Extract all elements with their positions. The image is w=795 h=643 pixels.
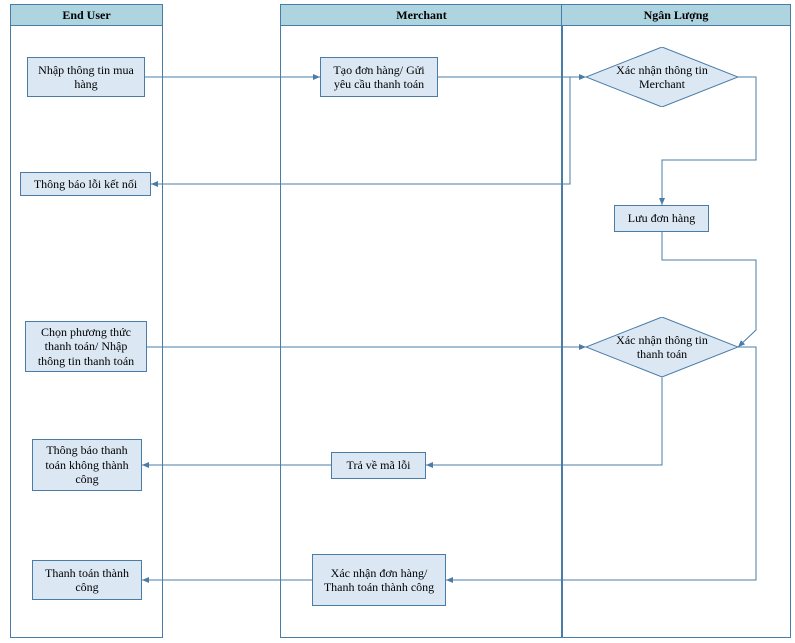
node-save-order: Lưu đơn hàng — [614, 205, 709, 232]
lane-border-merchant — [280, 25, 563, 638]
node-choose-payment: Chọn phương thức thanh toán/ Nhập thông … — [25, 321, 147, 372]
lane-header-end-user: End User — [10, 4, 163, 26]
node-verify-merchant: Xác nhận thông tin Merchant — [586, 47, 738, 107]
node-confirm-success: Xác nhận đơn hàng/ Thanh toán thành công — [312, 554, 446, 606]
flowchart-canvas: End User Merchant Ngân Lượng Nhập thông … — [0, 0, 795, 643]
node-payment-success: Thanh toán thành công — [32, 560, 142, 600]
node-payment-failed: Thông báo thanh toán không thành công — [32, 439, 142, 491]
node-create-order: Tạo đơn hàng/ Gửi yêu cầu thanh toán — [320, 57, 438, 97]
node-verify-payment-label: Xác nhận thông tin thanh toán — [586, 317, 738, 377]
lane-header-merchant: Merchant — [280, 4, 563, 26]
node-enter-purchase-info: Nhập thông tin mua hàng — [27, 57, 145, 97]
node-verify-merchant-label: Xác nhận thông tin Merchant — [586, 47, 738, 107]
node-return-error: Trả về mã lỗi — [331, 452, 426, 479]
lane-header-ngan-luong: Ngân Lượng — [561, 4, 791, 26]
node-verify-payment: Xác nhận thông tin thanh toán — [586, 317, 738, 377]
node-connection-error: Thông báo lỗi kết nối — [20, 172, 151, 196]
